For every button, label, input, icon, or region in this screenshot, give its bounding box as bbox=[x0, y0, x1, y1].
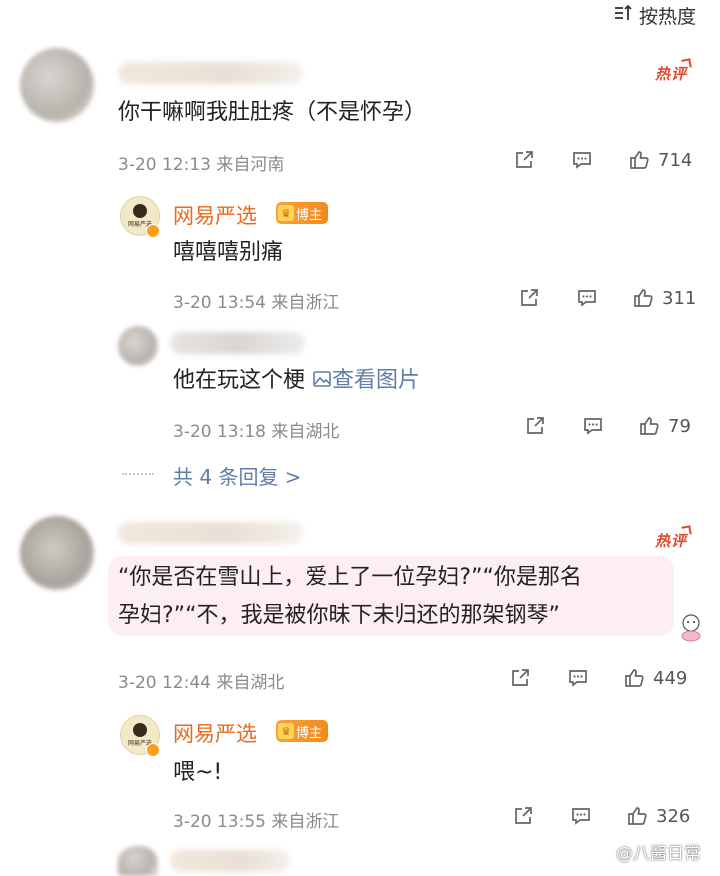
like-icon bbox=[640, 417, 659, 435]
comment-date: 3-20 12:13 bbox=[118, 155, 211, 175]
share-icon bbox=[515, 807, 532, 824]
blogger-badge: ♛ 博主 bbox=[276, 720, 329, 742]
avatar bbox=[118, 846, 158, 876]
comment-button[interactable] bbox=[571, 149, 593, 171]
view-image-link[interactable]: 查看图片 bbox=[312, 368, 420, 393]
watermark: @八酱日常 bbox=[588, 839, 701, 864]
username bbox=[170, 850, 290, 872]
brand-logo-icon bbox=[133, 204, 147, 218]
share-button[interactable] bbox=[513, 149, 535, 171]
comment-button[interactable] bbox=[570, 805, 592, 827]
reply-meta: 3-20 13:54 来自浙江 bbox=[173, 293, 340, 313]
weibo-icon bbox=[589, 843, 610, 861]
crown-icon: ♛ bbox=[278, 205, 294, 221]
reply-author[interactable]: 网易严选 bbox=[173, 200, 257, 230]
share-button[interactable] bbox=[509, 667, 531, 689]
comment-meta: 3-20 12:13 来自河南 bbox=[118, 150, 284, 175]
sort-by-hot-button[interactable]: 按热度 bbox=[613, 2, 696, 29]
more-replies-link[interactable]: 共 4 条回复 > bbox=[173, 461, 302, 490]
like-icon bbox=[625, 669, 644, 687]
reply-meta: 3-20 13:18 来自湖北 bbox=[173, 422, 340, 442]
share-button[interactable] bbox=[512, 805, 534, 827]
username[interactable] bbox=[118, 522, 303, 544]
like-button[interactable]: 714 bbox=[628, 149, 692, 171]
comment-text-line-1: “你是否在雪山上，爱上了一位孕妇?”“你是那名 bbox=[118, 565, 582, 590]
comment-icon bbox=[572, 808, 590, 825]
reply-text: 喂~! bbox=[173, 760, 223, 785]
share-icon bbox=[527, 417, 544, 434]
share-button[interactable] bbox=[518, 287, 540, 309]
like-button[interactable]: 311 bbox=[632, 287, 696, 309]
avatar[interactable] bbox=[118, 326, 158, 366]
verified-icon bbox=[146, 743, 160, 757]
verified-icon bbox=[146, 224, 160, 238]
comment-text-line-2: 孕妇?”“不，我是被你昧下未归还的那架钢琴” bbox=[118, 603, 560, 628]
reply-meta: 3-20 13:55 来自浙江 bbox=[173, 812, 340, 832]
comment-meta: 3-20 12:44 来自湖北 bbox=[118, 673, 285, 693]
like-icon bbox=[628, 807, 647, 825]
hot-comment-badge: 热评 bbox=[655, 65, 688, 83]
share-icon bbox=[512, 669, 529, 686]
crown-icon: ♛ bbox=[278, 723, 294, 739]
like-icon bbox=[630, 151, 649, 169]
share-icon bbox=[516, 151, 533, 168]
like-count: 449 bbox=[653, 667, 688, 689]
like-button[interactable]: 449 bbox=[623, 667, 687, 689]
sort-icon bbox=[613, 3, 633, 28]
image-icon bbox=[313, 371, 331, 387]
comment-button[interactable] bbox=[582, 415, 604, 437]
like-count: 326 bbox=[656, 805, 691, 827]
sticker-icon bbox=[678, 612, 704, 642]
share-button[interactable] bbox=[524, 415, 546, 437]
avatar[interactable] bbox=[20, 516, 94, 590]
comment-button[interactable] bbox=[567, 667, 589, 689]
username[interactable] bbox=[170, 332, 305, 354]
avatar[interactable] bbox=[20, 48, 94, 122]
like-count: 79 bbox=[668, 415, 691, 437]
comment-text: 你干嘛啊我肚肚疼（不是怀孕） bbox=[118, 100, 427, 125]
sort-label: 按热度 bbox=[638, 6, 696, 28]
username[interactable] bbox=[118, 62, 303, 84]
hot-comment-badge: 热评 bbox=[655, 532, 688, 550]
like-button[interactable]: 326 bbox=[626, 805, 690, 827]
comment-icon bbox=[584, 418, 602, 435]
share-icon bbox=[521, 289, 538, 306]
comment-icon bbox=[578, 290, 596, 307]
reply-text: 嘻嘻嘻别痛 bbox=[173, 240, 284, 265]
like-icon bbox=[634, 289, 653, 307]
reply-text: 他在玩这个梗 查看图片 bbox=[173, 368, 421, 393]
brand-logo-icon bbox=[133, 723, 147, 737]
reply-author[interactable]: 网易严选 bbox=[173, 718, 257, 748]
like-count: 311 bbox=[662, 287, 697, 309]
like-button[interactable]: 79 bbox=[638, 415, 691, 437]
comment-icon bbox=[569, 670, 587, 687]
divider bbox=[122, 473, 154, 477]
like-count: 714 bbox=[658, 149, 693, 171]
comment-location: 来自河南 bbox=[216, 155, 285, 175]
comment-button[interactable] bbox=[576, 287, 598, 309]
blogger-badge: ♛ 博主 bbox=[276, 202, 329, 224]
comment-icon bbox=[573, 152, 591, 169]
